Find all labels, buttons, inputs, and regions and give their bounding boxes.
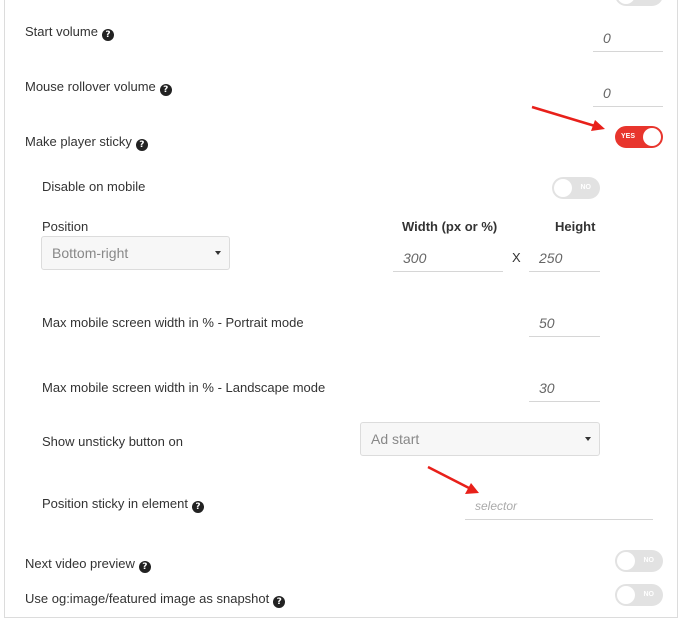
make-player-sticky-label: Make player sticky? (25, 134, 148, 151)
help-icon[interactable]: ? (273, 596, 286, 608)
start-volume-label: Start volume? (25, 24, 114, 41)
height-input[interactable]: 250 (529, 244, 600, 272)
toggle-state-text: YES (621, 133, 636, 140)
unsticky-select[interactable]: Ad start (360, 422, 600, 456)
max-portrait-input[interactable]: 50 (529, 309, 600, 337)
max-portrait-label: Max mobile screen width in % - Portrait … (42, 315, 304, 330)
start-volume-input[interactable]: 0 (593, 24, 663, 52)
unsticky-label: Show unsticky button on (42, 434, 183, 449)
help-icon[interactable]: ? (101, 29, 114, 41)
toggle-state-text: NO (643, 591, 655, 598)
chevron-down-icon (585, 437, 591, 441)
next-video-preview-toggle[interactable]: NO (615, 550, 663, 572)
disable-on-mobile-label: Disable on mobile (42, 179, 146, 194)
max-landscape-input[interactable]: 30 (529, 374, 600, 402)
og-image-toggle[interactable]: NO (615, 584, 663, 606)
cut-off-toggle[interactable] (615, 0, 663, 6)
chevron-down-icon (215, 251, 221, 255)
position-select[interactable]: Bottom-right (41, 236, 230, 270)
annotation-arrow-icon (427, 465, 479, 494)
annotation-arrow-icon (531, 105, 605, 131)
toggle-state-text: NO (580, 184, 592, 191)
height-label: Height (555, 219, 596, 234)
next-video-preview-label: Next video preview? (25, 556, 151, 573)
help-icon[interactable]: ? (135, 139, 148, 151)
mouse-rollover-volume-label: Mouse rollover volume? (25, 79, 172, 96)
make-player-sticky-toggle[interactable]: YES (615, 126, 663, 148)
toggle-state-text: NO (643, 557, 655, 564)
disable-on-mobile-toggle[interactable]: NO (552, 177, 600, 199)
sticky-element-label: Position sticky in element? (42, 496, 204, 513)
dimension-separator: X (512, 250, 521, 265)
position-label: Position (42, 219, 89, 234)
help-icon[interactable]: ? (191, 501, 204, 513)
sticky-element-input[interactable]: selector (465, 492, 653, 520)
help-icon[interactable]: ? (159, 84, 172, 96)
width-input[interactable]: 300 (393, 244, 503, 272)
position-selected-value: Bottom-right (52, 245, 129, 261)
og-image-label: Use og:image/featured image as snapshot? (25, 591, 286, 608)
unsticky-selected-value: Ad start (371, 431, 420, 447)
width-label: Width (px or %) (402, 219, 498, 234)
max-landscape-label: Max mobile screen width in % - Landscape… (42, 380, 326, 395)
help-icon[interactable]: ? (138, 561, 151, 573)
